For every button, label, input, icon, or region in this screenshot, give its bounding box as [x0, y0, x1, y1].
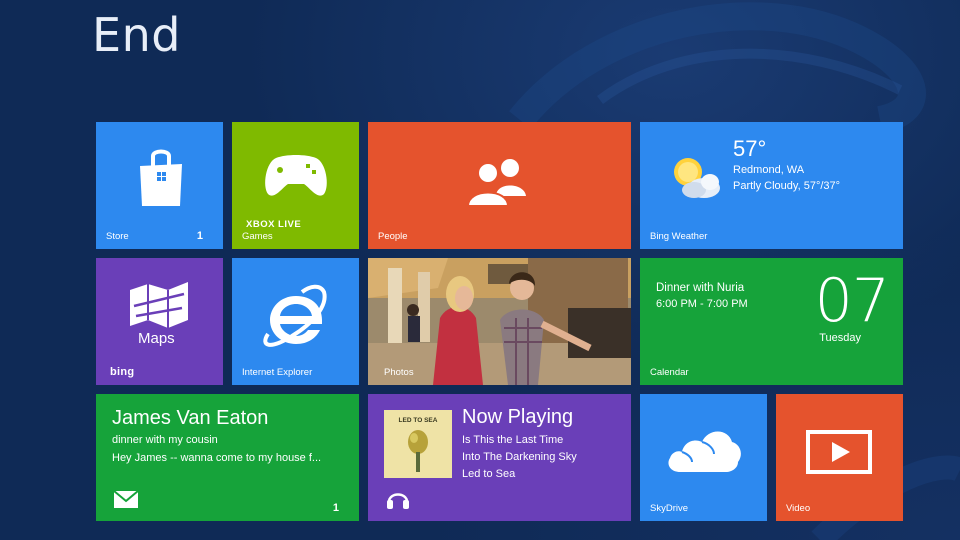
tile-calendar[interactable]: Dinner with Nuria 6:00 PM - 7:00 PM 07 T… [640, 258, 903, 385]
tile-maps[interactable]: Maps bing [96, 258, 223, 385]
tile-store-badge: 1 [196, 230, 203, 242]
now-playing-title: Now Playing [462, 406, 574, 428]
photo-image [368, 258, 631, 385]
tile-skydrive[interactable]: SkyDrive [640, 394, 767, 521]
cloud-icon [668, 431, 741, 472]
tile-maps-label: Maps [138, 330, 175, 347]
headphones-icon [387, 493, 409, 509]
weather-temperature: 57° [733, 136, 767, 161]
weather-condition: Partly Cloudy, 57°/37° [733, 180, 841, 192]
tile-weather[interactable]: 57° Redmond, WA Partly Cloudy, 57°/37° B… [640, 122, 903, 249]
tile-games[interactable]: XBOX LIVE Games [232, 122, 359, 249]
people-icon [466, 159, 526, 207]
tile-people[interactable]: People [368, 122, 631, 249]
calendar-weekday: Tuesday [819, 332, 861, 344]
calendar-event-time: 6:00 PM - 7:00 PM [656, 298, 748, 310]
shopping-bag-icon [140, 149, 182, 206]
bing-logo: bing [110, 366, 135, 378]
internet-explorer-icon [263, 284, 327, 347]
calendar-event-title: Dinner with Nuria [656, 282, 745, 294]
page-title: End [92, 8, 181, 62]
tile-video-label: Video [786, 503, 811, 514]
tile-photos-label: Photos [384, 367, 414, 378]
tile-weather-label: Bing Weather [650, 231, 708, 242]
tile-photos[interactable]: Photos [368, 258, 631, 385]
sun-cloud-icon [674, 158, 720, 198]
play-icon [806, 430, 872, 474]
xbox-live-logo: XBOX LIVE [246, 219, 302, 230]
album-figure-icon [408, 430, 428, 472]
mail-unread-count: 1 [332, 502, 339, 514]
tile-people-label: People [378, 231, 408, 242]
album-art: LED TO SEA [384, 410, 452, 478]
tile-games-label: Games [242, 231, 273, 242]
tile-skydrive-label: SkyDrive [650, 503, 689, 514]
tile-ie-label: Internet Explorer [242, 367, 313, 378]
tile-internet-explorer[interactable]: Internet Explorer [232, 258, 359, 385]
envelope-icon [114, 491, 138, 508]
tile-store[interactable]: Store 1 [96, 122, 223, 249]
tile-calendar-label: Calendar [650, 367, 689, 378]
mail-sender: James Van Eaton [112, 407, 269, 429]
tile-store-label: Store [106, 231, 129, 242]
now-playing-track: Is This the Last Time [462, 434, 564, 446]
mail-subject: dinner with my cousin [112, 434, 218, 446]
folded-map-icon [130, 282, 188, 328]
weather-location: Redmond, WA [733, 164, 805, 176]
tile-mail[interactable]: James Van Eaton dinner with my cousin He… [96, 394, 359, 521]
album-art-text: LED TO SEA [398, 417, 438, 424]
tile-music[interactable]: LED TO SEA Now Playing Is This the Last … [368, 394, 631, 521]
mail-preview: Hey James -- wanna come to my house f... [112, 452, 322, 464]
game-controller-icon [265, 155, 327, 196]
calendar-day-number: 07 [814, 266, 890, 336]
now-playing-album: Into The Darkening Sky [462, 451, 577, 463]
now-playing-artist: Led to Sea [462, 468, 516, 480]
tile-video[interactable]: Video [776, 394, 903, 521]
